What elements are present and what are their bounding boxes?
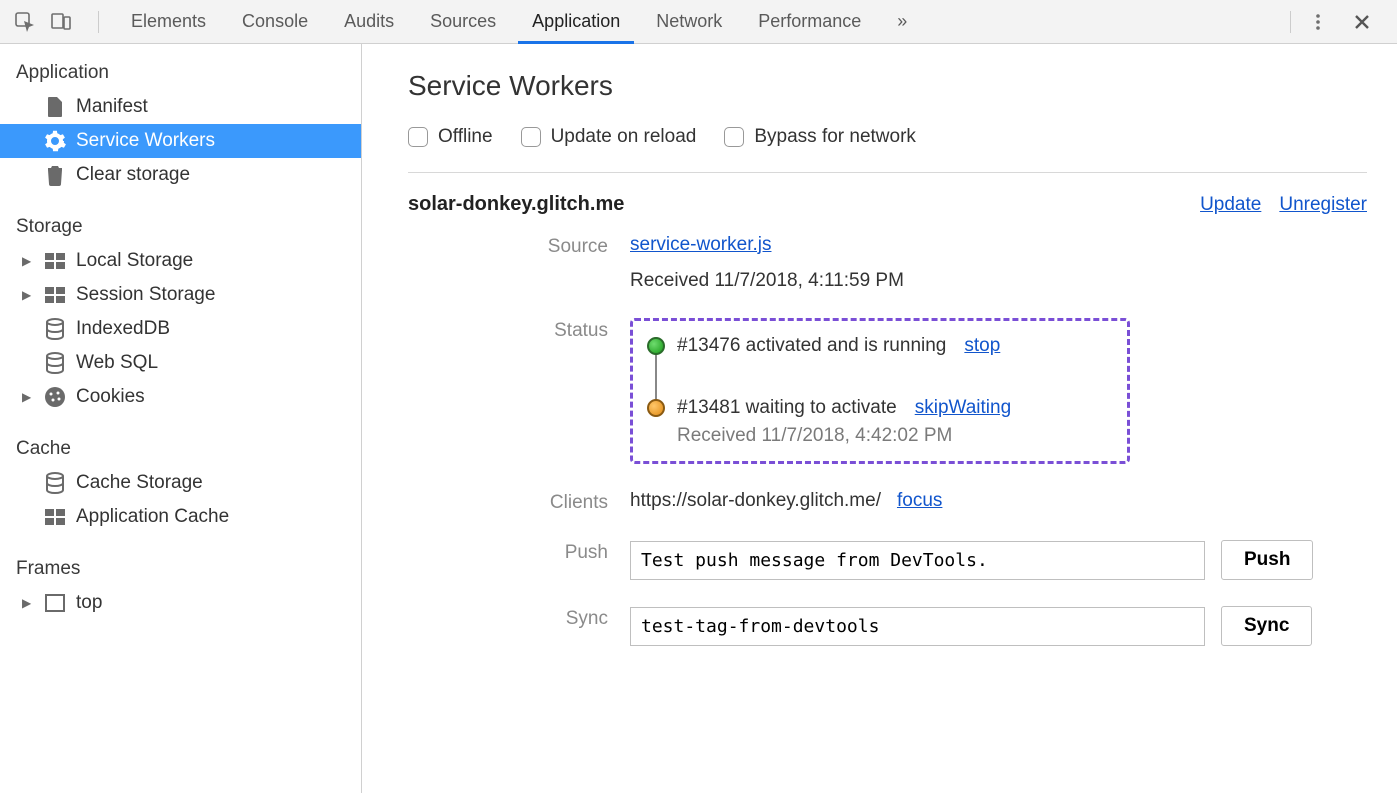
focus-link[interactable]: focus <box>897 490 942 512</box>
update-link[interactable]: Update <box>1200 194 1261 216</box>
page-title: Service Workers <box>408 70 1367 102</box>
sidebar-item-label: Session Storage <box>76 284 215 306</box>
skipwaiting-link[interactable]: skipWaiting <box>915 397 1011 419</box>
device-toggle-icon[interactable] <box>48 9 74 35</box>
source-link[interactable]: service-worker.js <box>630 234 771 255</box>
offline-checkbox[interactable]: Offline <box>408 126 493 148</box>
sidebar-item-top[interactable]: ▶ top <box>0 586 361 620</box>
sync-button[interactable]: Sync <box>1221 606 1312 646</box>
sidebar-item-label: Cache Storage <box>76 472 203 494</box>
client-url: https://solar-donkey.glitch.me/ <box>630 490 881 512</box>
db-icon <box>44 352 66 374</box>
sync-label: Sync <box>408 606 608 630</box>
tab-sources[interactable]: Sources <box>412 0 514 43</box>
sidebar-group-title: Storage <box>0 206 361 244</box>
chevron-right-icon: ▶ <box>22 390 31 404</box>
toolbar-separator <box>98 11 99 33</box>
stop-link[interactable]: stop <box>964 335 1000 357</box>
file-icon <box>44 96 66 118</box>
tab-more[interactable]: » <box>879 0 925 43</box>
sidebar-item-label: Clear storage <box>76 164 190 186</box>
sidebar-item-label: Application Cache <box>76 506 229 528</box>
sidebar-item-label: Manifest <box>76 96 148 118</box>
status-active-text: #13476 activated and is running <box>677 335 946 357</box>
push-button[interactable]: Push <box>1221 540 1313 580</box>
inspect-icon[interactable] <box>12 9 38 35</box>
sidebar-item-label: Local Storage <box>76 250 193 272</box>
application-sidebar: Application Manifest Service Workers Clear … <box>0 44 362 793</box>
status-label: Status <box>408 318 608 342</box>
trash-icon <box>44 164 66 186</box>
unregister-link[interactable]: Unregister <box>1279 194 1367 216</box>
chevron-right-icon: ▶ <box>22 596 31 610</box>
table-icon <box>44 284 66 306</box>
sidebar-item-cache-storage[interactable]: Cache Storage <box>0 466 361 500</box>
push-input[interactable] <box>630 541 1205 580</box>
status-waiting-text: #13481 waiting to activate <box>677 397 897 419</box>
table-icon <box>44 250 66 272</box>
push-label: Push <box>408 540 608 564</box>
status-waiting-received: Received 11/7/2018, 4:42:02 PM <box>677 425 1109 447</box>
tab-network[interactable]: Network <box>638 0 740 43</box>
tab-audits[interactable]: Audits <box>326 0 412 43</box>
tab-console[interactable]: Console <box>224 0 326 43</box>
db-icon <box>44 318 66 340</box>
db-icon <box>44 472 66 494</box>
sidebar-item-label: Web SQL <box>76 352 158 374</box>
sidebar-item-session-storage[interactable]: ▶ Session Storage <box>0 278 361 312</box>
sync-input[interactable] <box>630 607 1205 646</box>
tab-application[interactable]: Application <box>514 0 638 43</box>
sw-options-row: Offline Update on reload Bypass for netw… <box>408 120 1367 173</box>
sidebar-item-service-workers[interactable]: Service Workers <box>0 124 361 158</box>
gear-icon <box>44 130 66 152</box>
service-workers-panel: Service Workers Offline Update on reload… <box>362 44 1397 793</box>
toolbar-separator <box>1290 11 1291 33</box>
source-label: Source <box>408 234 608 258</box>
sidebar-item-application-cache[interactable]: Application Cache <box>0 500 361 534</box>
chevron-right-icon: ▶ <box>22 288 31 302</box>
cookie-icon <box>44 386 66 408</box>
status-box: #13476 activated and is running stop #13… <box>630 318 1130 464</box>
sidebar-item-cookies[interactable]: ▶ Cookies <box>0 380 361 414</box>
status-dot-active-icon <box>647 337 665 355</box>
received-text: Received 11/7/2018, 4:11:59 PM <box>630 270 1367 292</box>
kebab-menu-icon[interactable] <box>1305 9 1331 35</box>
tab-performance[interactable]: Performance <box>740 0 879 43</box>
clients-label: Clients <box>408 490 608 514</box>
update-on-reload-checkbox[interactable]: Update on reload <box>521 126 697 148</box>
sidebar-item-manifest[interactable]: Manifest <box>0 90 361 124</box>
sidebar-item-label: Cookies <box>76 386 145 408</box>
sidebar-item-indexeddb[interactable]: IndexedDB <box>0 312 361 346</box>
sidebar-item-label: top <box>76 592 102 614</box>
close-icon[interactable] <box>1349 9 1375 35</box>
sidebar-item-web-sql[interactable]: Web SQL <box>0 346 361 380</box>
sidebar-item-clear-storage[interactable]: Clear storage <box>0 158 361 192</box>
sidebar-item-label: Service Workers <box>76 130 215 152</box>
table-icon <box>44 506 66 528</box>
sidebar-group-title: Cache <box>0 428 361 466</box>
sidebar-group-title: Application <box>0 52 361 90</box>
panel-tabs: Elements Console Audits Sources Applicat… <box>113 0 925 43</box>
sidebar-item-local-storage[interactable]: ▶ Local Storage <box>0 244 361 278</box>
sw-origin: solar-donkey.glitch.me <box>408 193 624 216</box>
devtools-toolbar: Elements Console Audits Sources Applicat… <box>0 0 1397 44</box>
frame-icon <box>44 592 66 614</box>
tab-elements[interactable]: Elements <box>113 0 224 43</box>
status-dot-waiting-icon <box>647 399 665 417</box>
sidebar-group-title: Frames <box>0 548 361 586</box>
bypass-network-checkbox[interactable]: Bypass for network <box>724 126 916 148</box>
chevron-right-icon: ▶ <box>22 254 31 268</box>
sidebar-item-label: IndexedDB <box>76 318 170 340</box>
